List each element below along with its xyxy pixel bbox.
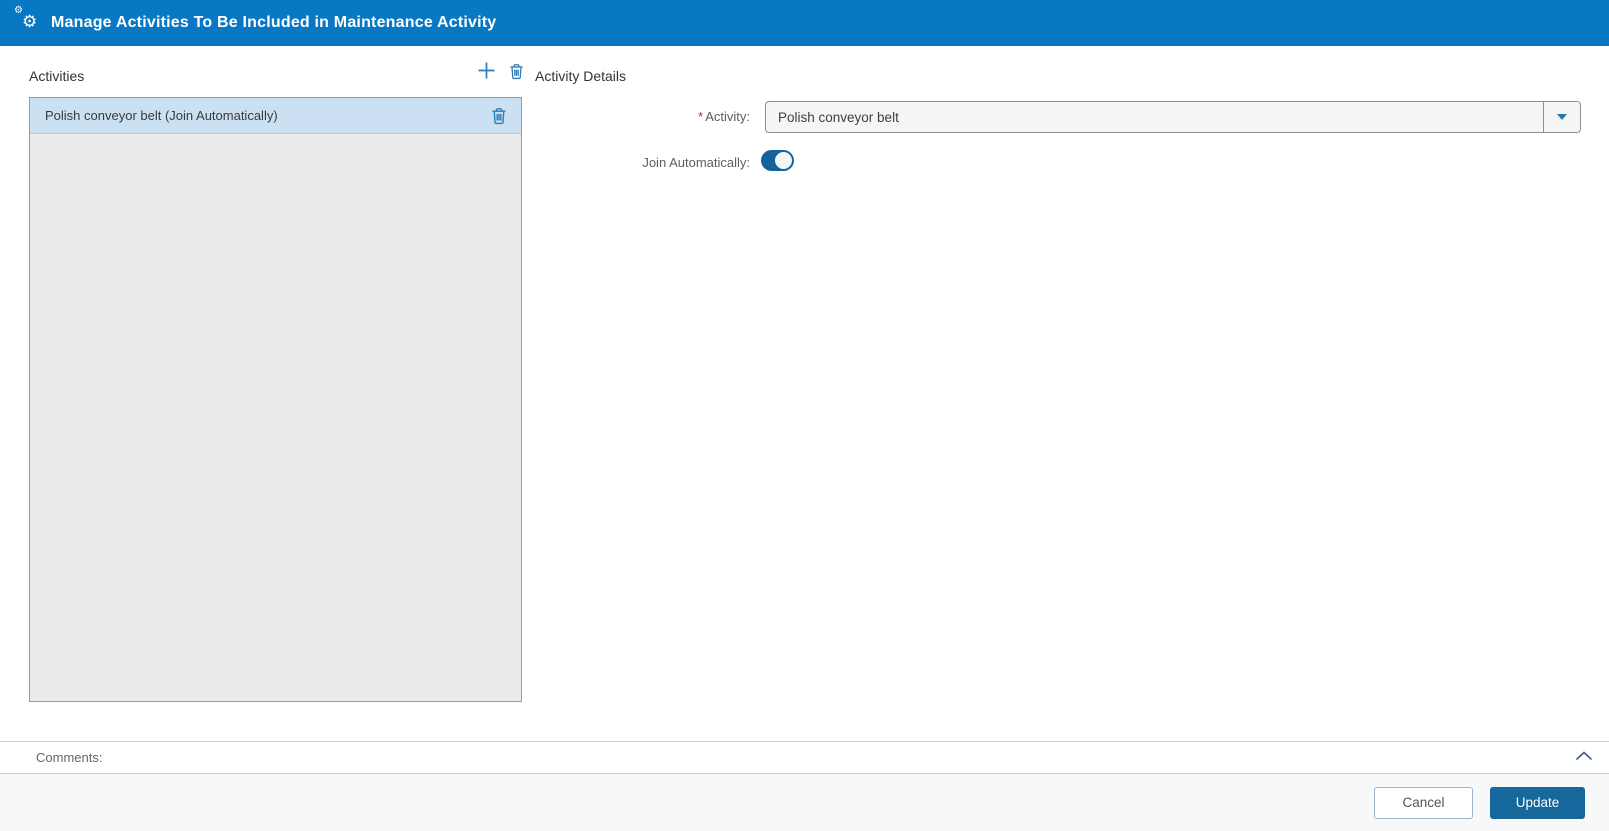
delete-activity-button[interactable] xyxy=(507,61,526,82)
join-automatically-label: Join Automatically: xyxy=(642,155,750,170)
activity-item-label: Polish conveyor belt (Join Automatically… xyxy=(45,108,278,123)
update-button[interactable]: Update xyxy=(1490,786,1585,819)
activities-list[interactable]: Polish conveyor belt (Join Automatically… xyxy=(29,97,522,702)
dialog-titlebar: ⚙ ⚙ Manage Activities To Be Included in … xyxy=(0,0,1609,46)
activity-field-label: * Activity: xyxy=(530,109,750,124)
trash-icon xyxy=(510,64,523,80)
cancel-button[interactable]: Cancel xyxy=(1374,786,1473,819)
join-automatically-toggle[interactable] xyxy=(761,150,794,171)
combobox-dropdown-button[interactable] xyxy=(1543,102,1580,132)
caret-down-icon xyxy=(1557,114,1567,120)
add-activity-button[interactable] xyxy=(474,58,499,83)
activity-combobox-value: Polish conveyor belt xyxy=(778,109,899,125)
chevron-up-icon[interactable] xyxy=(1575,751,1593,761)
comments-bar[interactable]: Comments: xyxy=(0,741,1609,774)
dialog-body: Activities Polish conveyor belt (Join Au… xyxy=(0,46,1609,741)
required-marker: * xyxy=(698,109,704,124)
dialog-footer: Cancel Update xyxy=(0,774,1609,831)
comments-label: Comments: xyxy=(36,750,103,765)
gear-big-icon: ⚙ xyxy=(22,12,38,31)
cogs-icon: ⚙ ⚙ xyxy=(14,5,43,36)
item-trash-icon[interactable] xyxy=(491,107,507,125)
dialog-title: Manage Activities To Be Included in Main… xyxy=(51,14,497,31)
toggle-knob xyxy=(775,152,792,169)
activities-section-title: Activities xyxy=(29,68,85,84)
activity-list-item[interactable]: Polish conveyor belt (Join Automatically… xyxy=(30,98,521,134)
activity-combobox[interactable]: Polish conveyor belt xyxy=(765,101,1581,133)
plus-icon xyxy=(478,62,495,79)
details-section-title: Activity Details xyxy=(535,68,627,84)
activity-label-text: Activity: xyxy=(705,109,750,124)
